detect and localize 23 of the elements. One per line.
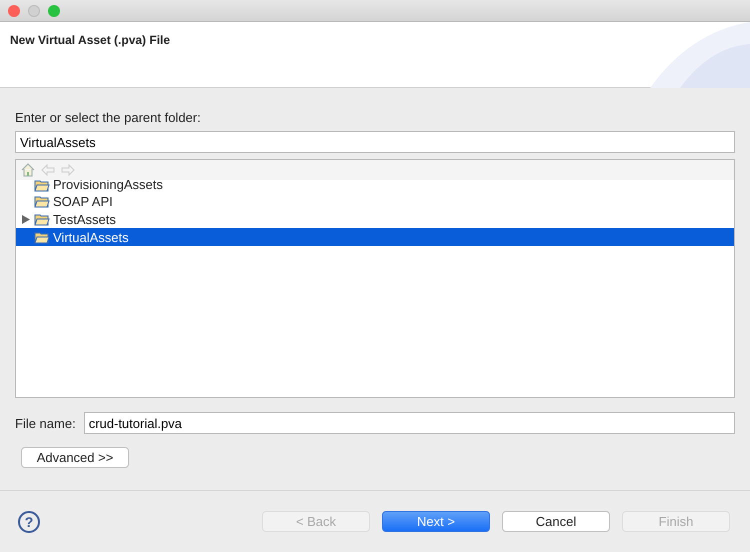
dialog-title: New Virtual Asset (.pva) File bbox=[10, 33, 170, 47]
folder-icon bbox=[34, 230, 50, 244]
tree-item[interactable]: VirtualAssets bbox=[16, 228, 734, 246]
file-name-field[interactable]: crud-tutorial.pva bbox=[84, 412, 735, 434]
expand-arrow-icon[interactable] bbox=[22, 214, 30, 224]
back-arrow-icon[interactable] bbox=[41, 164, 55, 176]
minimize-icon[interactable] bbox=[28, 4, 40, 16]
help-icon[interactable]: ? bbox=[18, 510, 40, 532]
home-icon[interactable] bbox=[21, 163, 35, 177]
file-name-label: File name: bbox=[15, 416, 76, 430]
forward-arrow-icon[interactable] bbox=[61, 164, 75, 176]
folder-field[interactable]: VirtualAssets bbox=[15, 131, 735, 153]
advanced-button[interactable]: Advanced >> bbox=[21, 447, 129, 468]
dialog-button[interactable]: Cancel bbox=[502, 511, 610, 532]
folder-icon bbox=[34, 212, 50, 226]
tree-item[interactable]: TestAssets bbox=[16, 210, 734, 228]
folder-icon bbox=[34, 180, 50, 192]
zoom-icon[interactable] bbox=[48, 4, 60, 16]
folder-label: Enter or select the parent folder: bbox=[15, 110, 202, 125]
tree-item[interactable]: SOAP API bbox=[16, 192, 734, 210]
folder-icon bbox=[34, 194, 50, 208]
next-button[interactable]: Next > bbox=[382, 511, 490, 532]
close-icon[interactable] bbox=[8, 4, 20, 16]
